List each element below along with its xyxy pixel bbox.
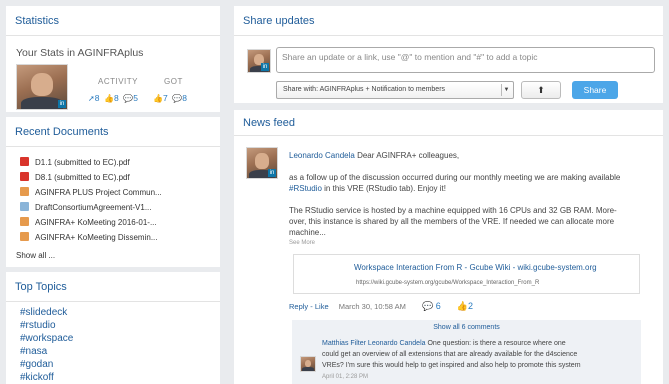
news-feed-title: News feed [234,110,663,136]
post-greeting: Dear AGINFRA+ colleagues, [357,151,460,160]
comments-section: Show all 6 comments Matthias Filter Leon… [292,320,641,384]
post-topic-link[interactable]: #RStudio [289,184,322,193]
comment-text: Matthias Filter Leonardo Candela One que… [322,340,581,380]
top-topics-panel: Top Topics #slidedeck #rstudio #workspac… [6,272,220,384]
topic-link[interactable]: #rstudio [20,320,56,331]
topic-link[interactable]: #workspace [20,333,73,344]
linkedin-icon: in [58,100,66,108]
comment-icon: 💬 [421,301,434,311]
image-icon [20,202,29,211]
comment-date: April 01, 2:28 PM [322,374,369,380]
top-topics-title: Top Topics [6,272,220,302]
like-icon: 👍 [153,94,163,103]
link-preview-url: https://wiki.gcube-system.org/gcube/Work… [356,280,540,286]
like-count[interactable]: 👍2 [457,301,473,311]
post-header: Leonardo Candela Dear AGINFRA+ colleague… [289,150,459,161]
linkedin-icon: in [261,63,269,71]
chevron-down-icon: ▼ [501,84,511,96]
recent-documents-panel: Recent Documents D1.1 (submitted to EC).… [6,117,220,267]
share-button[interactable]: Share [572,81,618,99]
topic-link[interactable]: #nasa [20,346,47,357]
news-feed-panel: News feed in Leonardo Candela Dear AGINF… [234,110,663,384]
link-preview-title[interactable]: Workspace Interaction From R - Gcube Wik… [354,263,597,272]
document-icon [20,232,29,241]
post-text: The RStudio service is hosted by a machi… [289,206,617,215]
pdf-icon [20,172,29,181]
link-preview-card[interactable]: Workspace Interaction From R - Gcube Wik… [293,254,640,294]
comment-icon: 💬 [121,94,134,103]
post-text: #RStudio in this VRE (RStudio tab). Enjo… [289,184,446,193]
see-more-link[interactable]: See More [289,238,315,249]
activity-counts[interactable]: ➚8 👍8 💬5 [88,93,138,103]
statistics-panel: Statistics Your Stats in AGINFRAplus in … [6,6,220,112]
author-avatar[interactable]: in [246,147,278,179]
post-text: as a follow up of the discussion occurre… [289,173,621,182]
got-label: GOT [164,77,183,86]
show-all-comments-link[interactable]: Show all 6 comments [292,324,641,331]
linkedin-icon: in [268,169,276,177]
post-text: over, this instance is shared by all the… [289,217,615,226]
topic-link[interactable]: #godan [20,359,53,370]
document-icon [20,187,29,196]
document-item[interactable]: D8.1 (submitted to EC).pdf [20,172,130,182]
share-updates-title: Share updates [234,6,663,36]
share-updates-panel: Share updates in Share an update or a li… [234,6,663,103]
user-avatar: in [247,49,271,73]
topic-link[interactable]: #kickoff [20,372,54,383]
like-icon: 👍 [101,94,114,103]
document-item[interactable]: AGINFRA PLUS Project Commun... [20,187,162,197]
like-icon: 👍 [456,301,469,311]
share-update-input[interactable]: Share an update or a link, use "@" to me… [276,47,655,73]
document-icon [20,217,29,226]
post-date: March 30, 10:58 AM [338,302,406,311]
upload-button[interactable]: ⬆ [521,81,561,99]
comment-count[interactable]: 💬 6 [422,301,441,311]
stats-subtitle: Your Stats in AGINFRAplus [16,47,144,59]
reply-link[interactable]: Reply [289,302,308,311]
comment-mention-link[interactable]: Leonardo Candela [368,340,426,347]
document-item[interactable]: D1.1 (submitted to EC).pdf [20,157,130,167]
post-icon: ➚ [88,94,95,103]
show-all-documents-link[interactable]: Show all ... [16,251,55,260]
post-author-link[interactable]: Leonardo Candela [289,151,355,160]
like-link[interactable]: Like [315,302,329,311]
statistics-title: Statistics [6,6,220,36]
post-actions: Reply - Like March 30, 10:58 AM 💬 6 👍2 [289,301,474,311]
activity-label: ACTIVITY [98,77,139,86]
got-counts[interactable]: 👍7 💬8 [153,93,187,103]
user-avatar[interactable]: in [16,64,68,110]
commenter-avatar[interactable] [300,356,316,372]
post-text: machine... [289,228,326,237]
document-item[interactable]: AGINFRA+ KoMeeting 2016-01-... [20,217,157,227]
topic-link[interactable]: #slidedeck [20,307,67,318]
recent-documents-title: Recent Documents [6,117,220,147]
document-item[interactable]: DraftConsortiumAgreement-V1... [20,202,152,212]
share-with-select[interactable]: Share with: AGINFRAplus + Notification t… [276,81,514,99]
comment-author-link[interactable]: Matthias Filter [322,340,366,347]
pdf-icon [20,157,29,166]
upload-icon: ⬆ [537,85,545,95]
comment-icon: 💬 [170,94,183,103]
document-item[interactable]: AGINFRA+ KoMeeting Dissemin... [20,232,157,242]
